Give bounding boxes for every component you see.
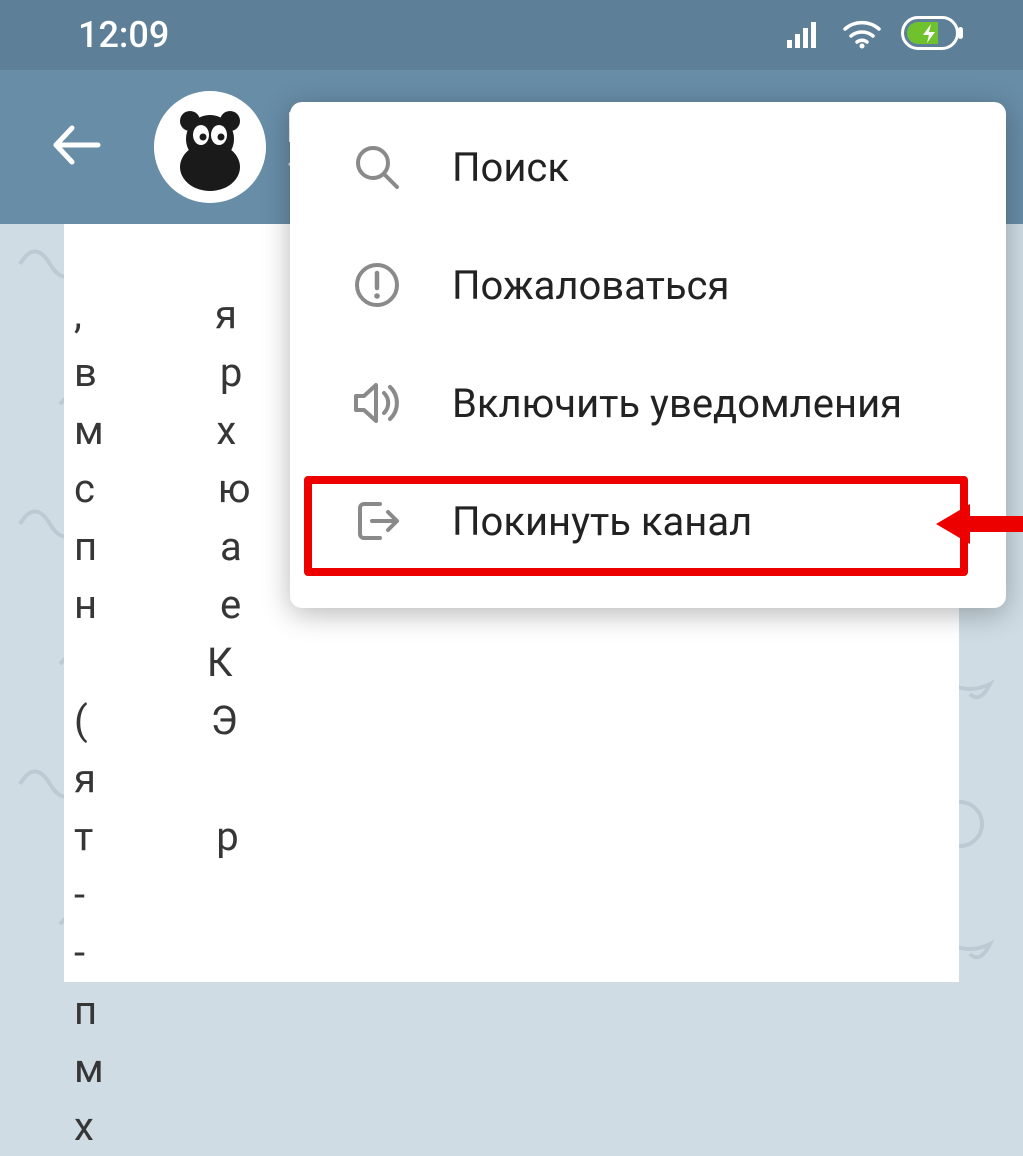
menu-label: Пожаловаться xyxy=(452,262,729,309)
avatar[interactable] xyxy=(154,91,266,203)
speaker-icon xyxy=(350,376,404,430)
menu-label: Включить уведомления xyxy=(452,380,902,427)
menu-item-search[interactable]: Поиск xyxy=(290,108,1006,226)
back-button[interactable] xyxy=(48,116,106,178)
search-icon xyxy=(350,140,404,194)
exit-icon xyxy=(350,494,404,548)
signal-icon xyxy=(787,18,823,52)
status-bar: 12:09 xyxy=(0,0,1023,70)
menu-item-report[interactable]: Пожаловаться xyxy=(290,226,1006,344)
menu-label: Покинуть канал xyxy=(452,498,752,545)
status-time: 12:09 xyxy=(78,14,169,56)
battery-icon xyxy=(901,16,963,54)
menu-item-leave[interactable]: Покинуть канал xyxy=(290,462,1006,580)
arrow-annotation xyxy=(936,494,1023,558)
menu-item-notifications[interactable]: Включить уведомления xyxy=(290,344,1006,462)
report-icon xyxy=(350,258,404,312)
dropdown-menu: Поиск Пожаловаться Включить уведомления … xyxy=(290,102,1006,608)
status-icons xyxy=(787,16,963,54)
wifi-icon xyxy=(841,17,883,53)
menu-label: Поиск xyxy=(452,144,569,191)
